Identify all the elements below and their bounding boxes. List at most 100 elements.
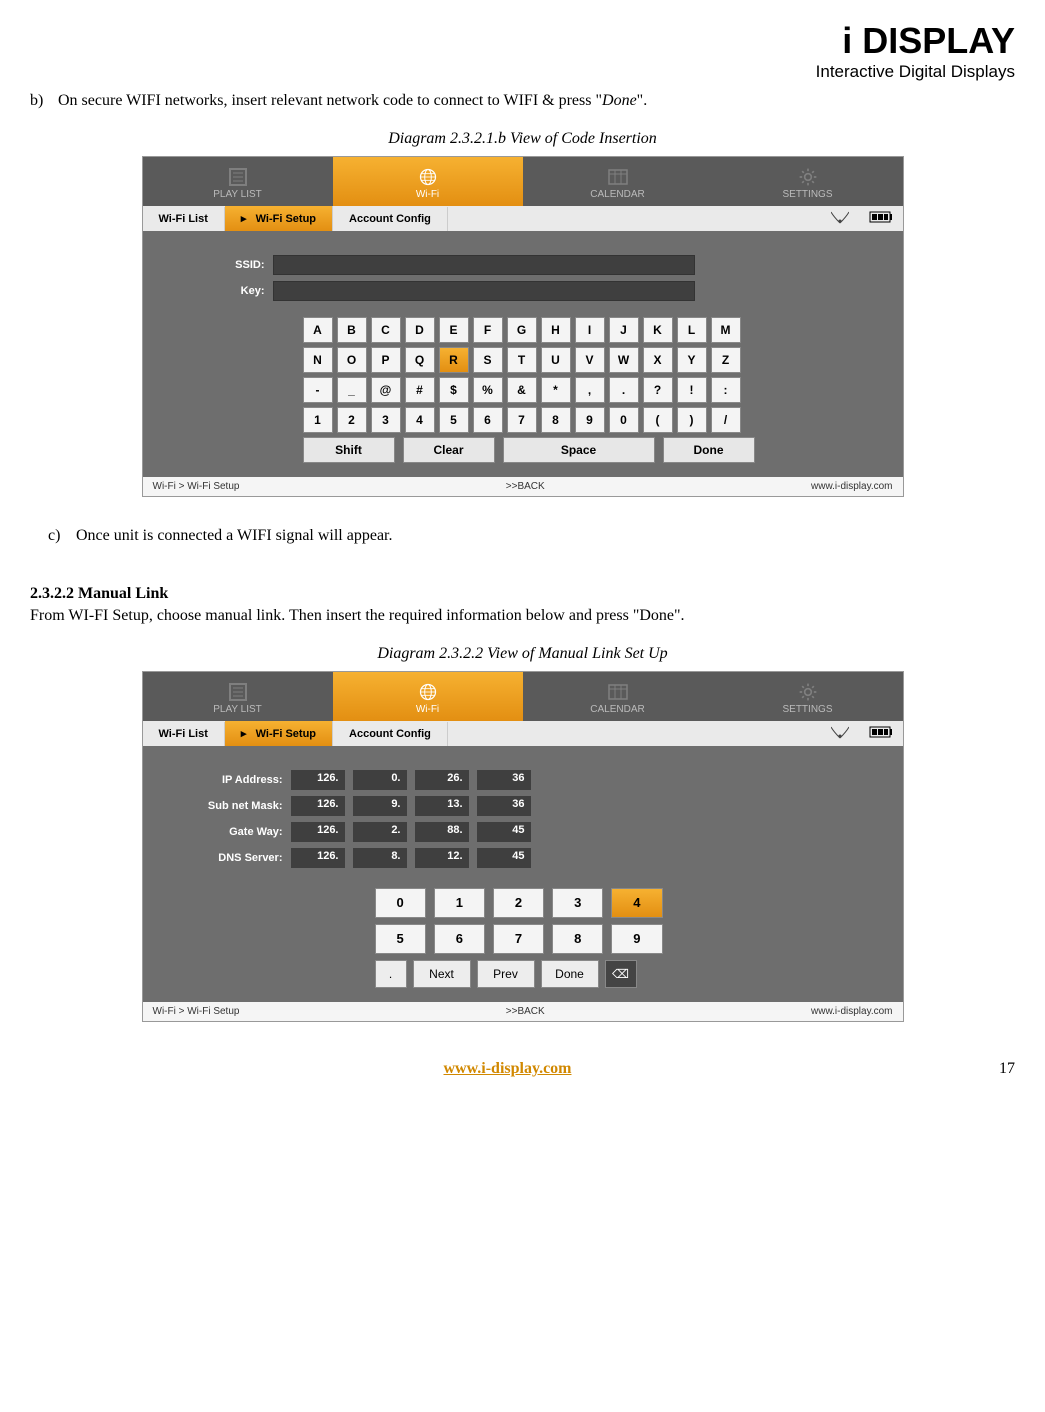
tab-settings-2[interactable]: SETTINGS	[713, 672, 903, 721]
key-0[interactable]: 0	[609, 407, 639, 433]
key-e[interactable]: E	[439, 317, 469, 343]
key-([interactable]: (	[643, 407, 673, 433]
ip-cell-3-1[interactable]: 8.	[353, 848, 407, 868]
page-url[interactable]: www.i-display.com	[30, 1060, 985, 1078]
key-5[interactable]: 5	[439, 407, 469, 433]
key-2[interactable]: 2	[337, 407, 367, 433]
key-$[interactable]: $	[439, 377, 469, 403]
key-c[interactable]: C	[371, 317, 401, 343]
tab-wifi-2[interactable]: Wi-Fi	[333, 672, 523, 721]
key-l[interactable]: L	[677, 317, 707, 343]
key-n[interactable]: N	[303, 347, 333, 373]
key-h[interactable]: H	[541, 317, 571, 343]
done-key[interactable]: Done	[663, 437, 755, 463]
numkey-2[interactable]: 2	[493, 888, 544, 918]
numkey-8[interactable]: 8	[552, 924, 603, 954]
key-6[interactable]: 6	[473, 407, 503, 433]
key-)[interactable]: )	[677, 407, 707, 433]
key-g[interactable]: G	[507, 317, 537, 343]
key-1[interactable]: 1	[303, 407, 333, 433]
dot-key[interactable]: .	[375, 960, 407, 988]
key-d[interactable]: D	[405, 317, 435, 343]
key-f[interactable]: F	[473, 317, 503, 343]
subnav-account-config[interactable]: Account Config	[333, 207, 448, 231]
key-![interactable]: !	[677, 377, 707, 403]
ip-cell-2-1[interactable]: 2.	[353, 822, 407, 842]
key-z[interactable]: Z	[711, 347, 741, 373]
key-i[interactable]: I	[575, 317, 605, 343]
key-7[interactable]: 7	[507, 407, 537, 433]
key-p[interactable]: P	[371, 347, 401, 373]
tab-wifi[interactable]: Wi-Fi	[333, 157, 523, 206]
key-/[interactable]: /	[711, 407, 741, 433]
key-4[interactable]: 4	[405, 407, 435, 433]
ssid-input[interactable]	[273, 255, 695, 275]
ip-cell-0-1[interactable]: 0.	[353, 770, 407, 790]
numkey-1[interactable]: 1	[434, 888, 485, 918]
subnav-wifi-list-2[interactable]: Wi-Fi List	[143, 722, 225, 746]
numkey-7[interactable]: 7	[493, 924, 544, 954]
key-3[interactable]: 3	[371, 407, 401, 433]
clear-key[interactable]: Clear	[403, 437, 495, 463]
ip-cell-0-3[interactable]: 36	[477, 770, 531, 790]
subnav-account-config-2[interactable]: Account Config	[333, 722, 448, 746]
ip-cell-2-3[interactable]: 45	[477, 822, 531, 842]
key-x[interactable]: X	[643, 347, 673, 373]
key-9[interactable]: 9	[575, 407, 605, 433]
ip-cell-3-3[interactable]: 45	[477, 848, 531, 868]
numkey-4[interactable]: 4	[611, 888, 662, 918]
back-link-2[interactable]: >>BACK	[239, 1006, 811, 1017]
key-?[interactable]: ?	[643, 377, 673, 403]
key-&[interactable]: &	[507, 377, 537, 403]
ip-cell-0-2[interactable]: 26.	[415, 770, 469, 790]
key-y[interactable]: Y	[677, 347, 707, 373]
key-*[interactable]: *	[541, 377, 571, 403]
ip-cell-1-2[interactable]: 13.	[415, 796, 469, 816]
tab-calendar-2[interactable]: CALENDAR	[523, 672, 713, 721]
key-q[interactable]: Q	[405, 347, 435, 373]
tab-calendar[interactable]: CALENDAR	[523, 157, 713, 206]
tab-playlist-2[interactable]: PLAY LIST	[143, 672, 333, 721]
tab-playlist[interactable]: PLAY LIST	[143, 157, 333, 206]
ip-cell-1-1[interactable]: 9.	[353, 796, 407, 816]
key-v[interactable]: V	[575, 347, 605, 373]
next-key[interactable]: Next	[413, 960, 471, 988]
key-o[interactable]: O	[337, 347, 367, 373]
key-b[interactable]: B	[337, 317, 367, 343]
key-w[interactable]: W	[609, 347, 639, 373]
numkey-0[interactable]: 0	[375, 888, 426, 918]
key-m[interactable]: M	[711, 317, 741, 343]
backspace-key[interactable]: ⌫	[605, 960, 637, 988]
ip-cell-1-3[interactable]: 36	[477, 796, 531, 816]
key-t[interactable]: T	[507, 347, 537, 373]
ip-cell-3-2[interactable]: 12.	[415, 848, 469, 868]
prev-key[interactable]: Prev	[477, 960, 535, 988]
numkey-6[interactable]: 6	[434, 924, 485, 954]
key-#[interactable]: #	[405, 377, 435, 403]
key-u[interactable]: U	[541, 347, 571, 373]
numkey-3[interactable]: 3	[552, 888, 603, 918]
key-k[interactable]: K	[643, 317, 673, 343]
key-,[interactable]: ,	[575, 377, 605, 403]
key--[interactable]: -	[303, 377, 333, 403]
back-link[interactable]: >>BACK	[239, 481, 811, 492]
ip-cell-3-0[interactable]: 126.	[291, 848, 345, 868]
numkey-5[interactable]: 5	[375, 924, 426, 954]
subnav-wifi-list[interactable]: Wi-Fi List	[143, 207, 225, 231]
key-8[interactable]: 8	[541, 407, 571, 433]
key-%[interactable]: %	[473, 377, 503, 403]
key-input[interactable]	[273, 281, 695, 301]
key-:[interactable]: :	[711, 377, 741, 403]
key-@[interactable]: @	[371, 377, 401, 403]
key-s[interactable]: S	[473, 347, 503, 373]
numkey-9[interactable]: 9	[611, 924, 662, 954]
subnav-wifi-setup[interactable]: ▸ Wi-Fi Setup	[225, 206, 333, 231]
ip-cell-2-0[interactable]: 126.	[291, 822, 345, 842]
shift-key[interactable]: Shift	[303, 437, 395, 463]
done-key-2[interactable]: Done	[541, 960, 599, 988]
ip-cell-1-0[interactable]: 126.	[291, 796, 345, 816]
key-_[interactable]: _	[337, 377, 367, 403]
subnav-wifi-setup-2[interactable]: ▸ Wi-Fi Setup	[225, 721, 333, 746]
tab-settings[interactable]: SETTINGS	[713, 157, 903, 206]
key-r[interactable]: R	[439, 347, 469, 373]
